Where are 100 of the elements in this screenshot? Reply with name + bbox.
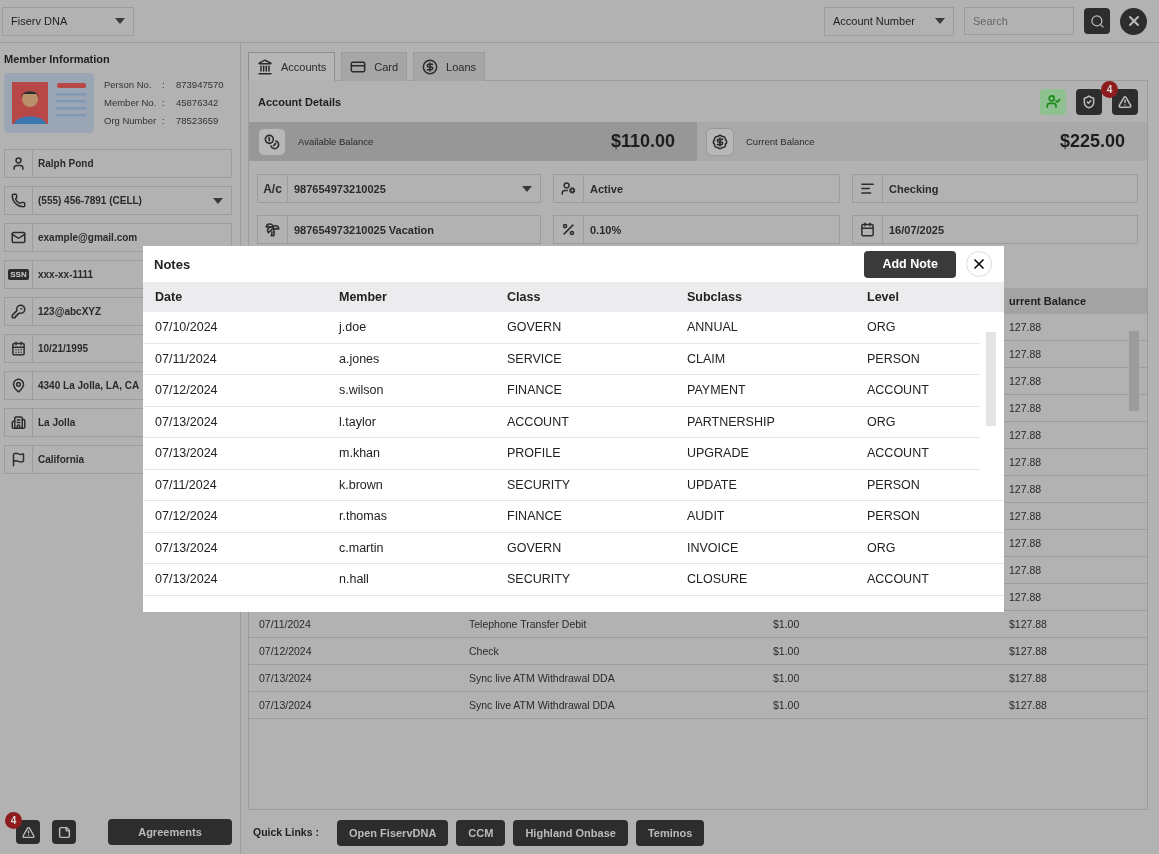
caret-icon — [115, 18, 125, 24]
table-cell-text: 07/12/2024 — [259, 645, 313, 657]
table-cell-text: ANNUAL — [687, 320, 739, 335]
table-cell-text: UPDATE — [687, 477, 738, 492]
note-row[interactable]: 07/12/2024 s.wilson FINANCE PAYMENT ACCOUNT — [143, 375, 980, 407]
info-field[interactable]: 987654973210025 Vacation — [257, 215, 541, 244]
table-cell-text: 07/11/2024 — [259, 618, 312, 630]
field-label-tag: SSN — [8, 269, 29, 280]
coins-icon — [258, 127, 286, 156]
id-value: 873947570 — [176, 79, 224, 90]
table-cell-text: PERSON — [867, 477, 921, 492]
table-cell-text: 127.88 — [1009, 510, 1043, 522]
table-cell-text: $127.88 — [1009, 672, 1048, 684]
note-row[interactable]: 07/10/2024 j.doe GOVERN ANNUAL ORG — [143, 312, 980, 344]
table-cell-text: $127.88 — [1009, 699, 1048, 711]
table-cell-text: n.hall — [339, 572, 370, 587]
table-cell-text: Sync live ATM Withdrawal DDA — [469, 672, 616, 684]
user-check-button[interactable] — [1040, 88, 1066, 115]
table-cell-text: a.jones — [339, 351, 381, 366]
quick-link-button[interactable]: CCM — [456, 820, 506, 846]
palm-tree-icon — [265, 222, 280, 237]
table-cell-text: 07/12/2024 — [155, 509, 219, 524]
table-cell-text: GOVERN — [507, 540, 563, 555]
table-cell-text: Check — [469, 645, 500, 657]
table-cell-text: c.martin — [339, 540, 385, 555]
dropdown-field[interactable]: A/c 987654973210025 — [257, 174, 541, 203]
table-cell-text: ACCOUNT — [507, 414, 570, 429]
table-cell-text: $1.00 — [773, 645, 801, 657]
table-cell-text: r.thomas — [339, 509, 388, 524]
app-selector[interactable]: Fiserv DNA — [2, 6, 134, 36]
info-field[interactable]: Checking — [852, 174, 1138, 203]
table-cell-text: AUDIT — [687, 509, 726, 524]
info-field[interactable]: Active — [553, 174, 840, 203]
key-icon — [11, 304, 26, 319]
transaction-row[interactable]: 07/13/2024 Sync live ATM Withdrawal DDA $1.00 $127.88 — [249, 692, 1147, 719]
envelope-icon — [11, 230, 26, 245]
quick-link-button[interactable]: Teminos — [635, 820, 705, 846]
note-row[interactable]: 07/11/2024 k.brown SECURITY UPDATE PERSON — [143, 469, 1004, 501]
column-header: Subclass — [687, 290, 743, 304]
note-row[interactable]: 07/13/2024 l.taylor ACCOUNT PARTNERSHIP ORG — [143, 406, 980, 438]
close-button[interactable] — [1120, 7, 1147, 35]
count-badge: 4 — [5, 812, 22, 829]
alerts-button[interactable] — [16, 820, 40, 844]
note-icon — [57, 825, 71, 839]
balance-amount: $110.00 — [610, 131, 675, 152]
info-field[interactable]: Ralph Pond — [4, 149, 232, 178]
table-cell-text: 127.88 — [1009, 429, 1043, 441]
table-cell-text: PARTNERSHIP — [687, 414, 776, 429]
balance-amount: $225.00 — [1059, 131, 1125, 152]
note-row[interactable]: 07/11/2024 a.jones SERVICE CLAIM PERSON — [143, 343, 980, 375]
table-cell-text: j.doe — [339, 320, 368, 335]
info-field[interactable]: 16/07/2025 — [852, 215, 1138, 244]
table-cell-text: UPGRADE — [687, 446, 750, 461]
table-cell-text: 127.88 — [1009, 375, 1043, 387]
caret-icon — [522, 185, 532, 192]
note-button[interactable] — [52, 820, 76, 844]
search-field[interactable]: Search — [964, 7, 1074, 35]
calendar-icon — [860, 222, 875, 237]
id-separator: : — [162, 115, 166, 126]
note-row[interactable]: 07/13/2024 c.martin GOVERN INVOICE ORG — [143, 532, 1004, 564]
table-cell-text: CLOSURE — [687, 572, 749, 587]
note-row[interactable]: 07/12/2024 r.thomas FINANCE AUDIT PERSON — [143, 501, 1004, 533]
agreements-button[interactable]: Agreements — [108, 819, 232, 845]
alerts-button[interactable] — [1112, 88, 1138, 115]
table-cell-text: 127.88 — [1009, 537, 1043, 549]
warning-icon — [1118, 94, 1132, 109]
table-cell-text: INVOICE — [687, 540, 740, 555]
search-type-selector[interactable]: Account Number — [824, 6, 954, 36]
table-cell-text: CLAIM — [687, 351, 727, 366]
bank-icon — [257, 58, 273, 75]
person-icon — [11, 156, 26, 171]
shield-button[interactable] — [1076, 88, 1102, 115]
table-cell-text: 07/13/2024 — [259, 699, 313, 711]
column-header: urrent Balance — [1009, 295, 1088, 307]
tab[interactable]: Loans — [413, 52, 486, 81]
table-cell-text: $1.00 — [773, 699, 801, 711]
tab[interactable]: Accounts — [248, 52, 336, 81]
money-badge-icon — [706, 127, 734, 156]
note-row[interactable]: 07/13/2024 n.hall SECURITY CLOSURE ACCOUNT — [143, 564, 1004, 596]
quick-link-button[interactable]: Open FiservDNA — [336, 820, 449, 846]
user-gear-icon — [561, 181, 576, 196]
note-row[interactable]: 07/13/2024 m.khan PROFILE UPGRADE ACCOUNT — [143, 438, 980, 470]
id-label: Org Number — [104, 115, 158, 126]
info-field[interactable]: 0.10% — [553, 215, 840, 244]
tab[interactable]: Card — [341, 52, 408, 81]
table-cell-text: PAYMENT — [687, 383, 747, 398]
table-cell-text: 07/13/2024 — [155, 540, 219, 555]
close-button[interactable] — [966, 251, 992, 277]
quick-link-button[interactable]: Highland Onbase — [513, 820, 628, 846]
transaction-row[interactable]: 07/12/2024 Check $1.00 $127.88 — [249, 638, 1147, 665]
table-cell-text: GOVERN — [507, 320, 563, 335]
transaction-row[interactable]: 07/13/2024 Sync live ATM Withdrawal DDA $1.00 $127.88 — [249, 665, 1147, 692]
add-note-button[interactable]: Add Note — [864, 250, 956, 278]
table-cell-text: 127.88 — [1009, 483, 1043, 495]
scrollbar-thumb[interactable] — [986, 332, 996, 426]
search-button[interactable] — [1084, 8, 1110, 34]
table-cell-text: FINANCE — [507, 509, 563, 524]
dropdown-field[interactable]: (555) 456-7891 (CELL) — [4, 186, 232, 215]
card-icon — [350, 59, 367, 75]
table-cell-text: ACCOUNT — [867, 572, 930, 587]
